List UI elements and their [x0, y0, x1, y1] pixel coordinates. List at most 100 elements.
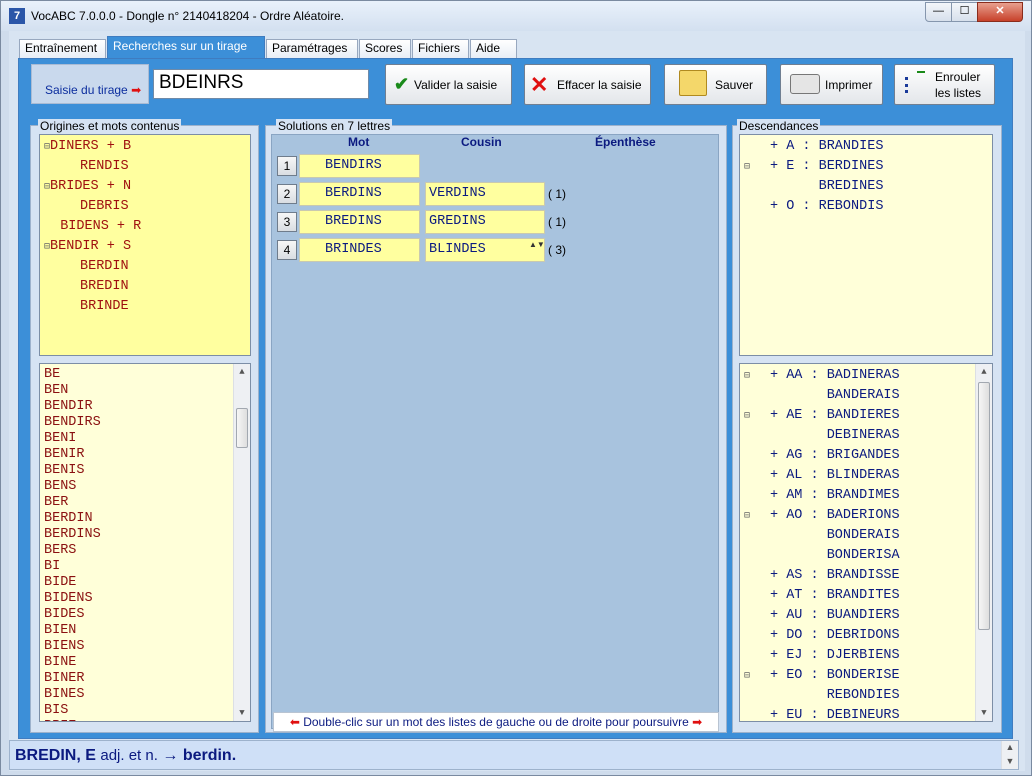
- tree-node[interactable]: BONDERAIS: [744, 528, 900, 543]
- scroll-thumb[interactable]: [978, 382, 990, 630]
- tree-node[interactable]: + EJ : DJERBIENS: [744, 648, 900, 663]
- tab-entrainement[interactable]: Entraînement: [19, 39, 106, 58]
- list-item[interactable]: BIDES: [44, 607, 85, 622]
- tree-node[interactable]: ⊟ + AA : BADINERAS: [744, 368, 900, 383]
- tree-node[interactable]: ⊟BENDIR + S: [44, 239, 131, 254]
- effacer-button[interactable]: ✕ Effacer la saisie: [524, 64, 651, 105]
- cousin-word[interactable]: GREDINS: [425, 210, 545, 234]
- solution-word[interactable]: BRINDES: [299, 238, 420, 262]
- tree-node[interactable]: ⊟DINERS + B: [44, 139, 131, 154]
- expander-icon[interactable]: ⊟: [744, 161, 770, 172]
- cousin-word[interactable]: VERDINS: [425, 182, 545, 206]
- enrouler-button[interactable]: Enrouler les listes: [894, 64, 995, 105]
- cousin-word[interactable]: BLINDES: [425, 238, 545, 262]
- list-item[interactable]: BIDENS: [44, 591, 93, 606]
- tree-node[interactable]: BREDIN: [80, 279, 129, 294]
- tree-node[interactable]: ⊟BRIDES + N: [44, 179, 131, 194]
- expander-icon[interactable]: ⊟: [744, 670, 770, 681]
- tree-node[interactable]: + AM : BRANDIMES: [744, 488, 900, 503]
- words-list[interactable]: ▲ ▼ BE BEN BENDIR BENDIRS BENI BENIR BENIS BENS…: [39, 363, 251, 722]
- tree-node[interactable]: + AL : BLINDERAS: [744, 468, 900, 483]
- list-item[interactable]: BENDIRS: [44, 415, 101, 430]
- list-item[interactable]: BINER: [44, 671, 85, 686]
- tree-node[interactable]: BANDERAIS: [744, 388, 900, 403]
- tree-node[interactable]: BONDERISA: [744, 548, 900, 563]
- tree-node[interactable]: + DO : DEBRIDONS: [744, 628, 900, 643]
- list-item[interactable]: BIEN: [44, 623, 76, 638]
- tree-node[interactable]: + AG : BRIGANDES: [744, 448, 900, 463]
- list-item[interactable]: BINES: [44, 687, 85, 702]
- list-item[interactable]: BENS: [44, 479, 76, 494]
- list-item[interactable]: BINE: [44, 655, 76, 670]
- list-item[interactable]: BEN: [44, 383, 68, 398]
- tree-node[interactable]: + AS : BRANDISSE: [744, 568, 900, 583]
- list-item[interactable]: BIS: [44, 703, 68, 718]
- scroll-up-icon[interactable]: ▲: [234, 364, 250, 380]
- tree-node[interactable]: BRINDE: [80, 299, 129, 314]
- origines-tree[interactable]: ⊟DINERS + B RENDIS ⊟BRIDES + N DEBRIS BIDEN…: [39, 134, 251, 356]
- minimize-button[interactable]: —: [925, 2, 952, 22]
- list-item[interactable]: BENIS: [44, 463, 85, 478]
- list-item[interactable]: BENIR: [44, 447, 85, 462]
- list-item[interactable]: BIENS: [44, 639, 85, 654]
- tree-node[interactable]: REBONDIES: [744, 688, 900, 703]
- list-item[interactable]: BE: [44, 367, 60, 382]
- tree-node[interactable]: BIDENS + R: [44, 219, 141, 234]
- tab-fichiers[interactable]: Fichiers: [412, 39, 469, 58]
- tree-node[interactable]: BERDIN: [80, 259, 129, 274]
- tab-recherches[interactable]: Recherches sur un tirage: [107, 36, 265, 58]
- scroll-down-icon[interactable]: ▼: [1002, 753, 1018, 769]
- scroll-thumb[interactable]: [236, 408, 248, 448]
- tree-node[interactable]: BREDINES: [744, 179, 884, 194]
- list-item[interactable]: BI: [44, 559, 60, 574]
- tree-node[interactable]: + A : BRANDIES: [744, 139, 883, 154]
- list-item[interactable]: BENI: [44, 431, 76, 446]
- tab-parametrages[interactable]: Paramétrages: [266, 39, 358, 58]
- tree-node[interactable]: ⊟ + AE : BANDIERES: [744, 408, 900, 423]
- sauver-button[interactable]: Sauver: [664, 64, 767, 105]
- imprimer-button[interactable]: Imprimer: [780, 64, 883, 105]
- desc-scrollbar[interactable]: ▲ ▼: [975, 364, 992, 721]
- row-number[interactable]: 4: [277, 240, 297, 260]
- scroll-down-icon[interactable]: ▼: [234, 705, 250, 721]
- list-item[interactable]: BENDIR: [44, 399, 93, 414]
- words-scrollbar[interactable]: ▲ ▼: [233, 364, 250, 721]
- row-number[interactable]: 2: [277, 184, 297, 204]
- tree-node[interactable]: + EU : DEBINEURS: [744, 708, 900, 721]
- list-item[interactable]: BER: [44, 495, 68, 510]
- list-item[interactable]: BRIE: [44, 719, 76, 721]
- valider-button[interactable]: ✔ Valider la saisie: [385, 64, 512, 105]
- row-number[interactable]: 1: [277, 156, 297, 176]
- close-button[interactable]: ✕: [977, 2, 1023, 22]
- solution-word[interactable]: BENDIRS: [299, 154, 420, 178]
- tab-scores[interactable]: Scores: [359, 39, 411, 58]
- tree-node[interactable]: RENDIS: [80, 159, 129, 174]
- scroll-down-icon[interactable]: ▼: [976, 705, 992, 721]
- maximize-button[interactable]: ☐: [951, 2, 978, 22]
- row-number[interactable]: 3: [277, 212, 297, 232]
- tree-node[interactable]: DEBRIS: [80, 199, 129, 214]
- tree-node[interactable]: ⊟ + E : BERDINES: [744, 159, 883, 174]
- tree-node[interactable]: + AT : BRANDITES: [744, 588, 900, 603]
- tree-node[interactable]: + AU : BUANDIERS: [744, 608, 900, 623]
- definition-scrollbar[interactable]: ▲ ▼: [1001, 741, 1018, 769]
- list-item[interactable]: BERDINS: [44, 527, 101, 542]
- tab-aide[interactable]: Aide: [470, 39, 517, 58]
- tree-node[interactable]: ⊟ + AO : BADERIONS: [744, 508, 900, 523]
- tree-node[interactable]: + O : REBONDIS: [744, 199, 883, 214]
- solution-word[interactable]: BREDINS: [299, 210, 420, 234]
- expander-icon[interactable]: ⊟: [744, 410, 770, 421]
- cousin-spinner[interactable]: ▲▼: [529, 240, 545, 260]
- descendances-tree[interactable]: + A : BRANDIES ⊟ + E : BERDINES BREDINES + …: [739, 134, 993, 356]
- solution-word[interactable]: BERDINS: [299, 182, 420, 206]
- tree-node[interactable]: ⊟ + EO : BONDERISE: [744, 668, 900, 683]
- expander-icon[interactable]: ⊟: [744, 370, 770, 381]
- tree-node[interactable]: DEBINERAS: [744, 428, 900, 443]
- list-item[interactable]: BERS: [44, 543, 76, 558]
- list-item[interactable]: BERDIN: [44, 511, 93, 526]
- descendances-tree-2[interactable]: ▲ ▼ ⊟ + AA : BADINERAS BANDERAIS ⊟ + AE : B…: [739, 363, 993, 722]
- list-item[interactable]: BIDE: [44, 575, 76, 590]
- expander-icon[interactable]: ⊟: [744, 510, 770, 521]
- scroll-up-icon[interactable]: ▲: [976, 364, 992, 380]
- tirage-input[interactable]: BDEINRS: [153, 69, 369, 99]
